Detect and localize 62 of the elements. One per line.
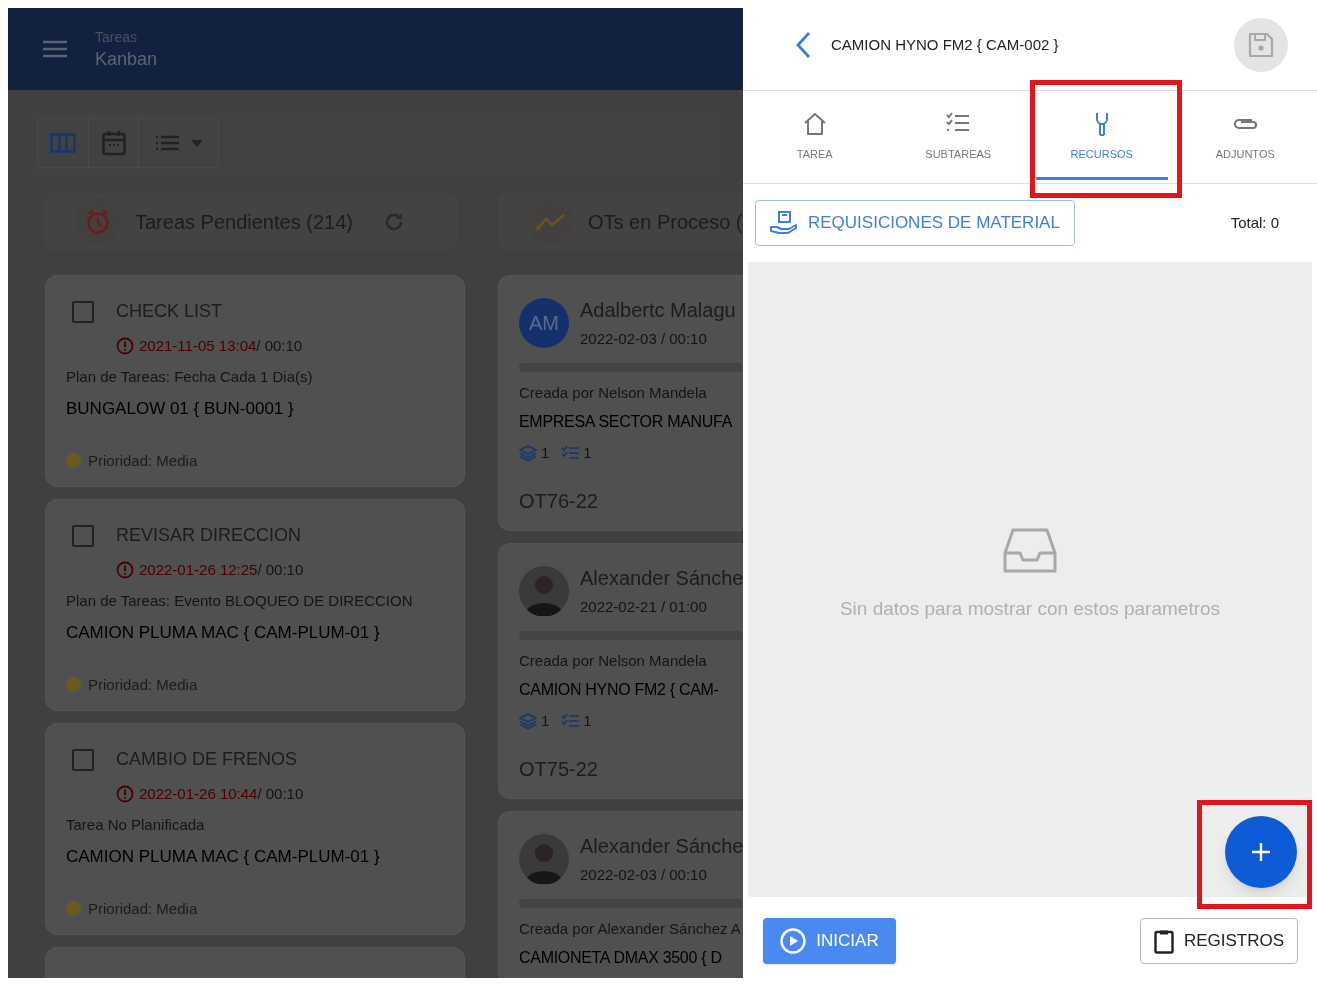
save-button[interactable]: [1234, 18, 1288, 72]
inbox-tray-icon: [1003, 527, 1057, 575]
avatar: [519, 834, 569, 884]
work-order-date: 2022-02-03 / 00:10: [580, 865, 708, 885]
asset-name: CAMION PLUMA MAC { CAM-PLUM-01 }: [66, 622, 381, 644]
asset-name: CAMION HYNO FM2 { CAM-: [519, 680, 720, 700]
alert-icon: [116, 337, 134, 356]
calendar-icon: [101, 130, 126, 156]
checkbox[interactable]: [72, 524, 94, 547]
due-date: 2022-01-26 10:44/ 00:10: [139, 784, 304, 804]
alert-icon: [116, 561, 134, 580]
tab[interactable]: TAREA: [743, 91, 887, 183]
total-count: Total: 0: [1230, 212, 1279, 233]
hand-with-box-icon: [770, 211, 798, 235]
asset-name: BUNGALOW 01 { BUN-0001 }: [66, 398, 295, 420]
clipboard-icon: [1153, 928, 1174, 954]
start-button[interactable]: INICIAR: [763, 918, 896, 964]
layers-icon: [519, 713, 537, 730]
asset-name: CAMION PLUMA MAC { CAM-PLUM-01 }: [66, 846, 381, 868]
checkbox[interactable]: [72, 300, 94, 323]
asset-name: CAMIONETA DMAX 3500 { D: [519, 948, 723, 968]
due-date: 2022-01-26 12:25/ 00:10: [139, 560, 304, 580]
columns-icon: [50, 133, 76, 153]
work-order-date: 2022-02-21 / 01:00: [580, 597, 708, 617]
tab[interactable]: SUBTAREAS: [886, 91, 1030, 183]
asset-name: EMPRESA SECTOR MANUFA: [519, 412, 734, 432]
checkbox[interactable]: [72, 748, 94, 771]
task-plan: Tarea No Planificada: [66, 814, 206, 835]
resource-count: 1: [541, 443, 550, 463]
caret-icon: [190, 139, 203, 147]
task-plan: Plan de Tareas: Evento BLOQUEO DE DIRECCION: [66, 590, 414, 611]
list-icon: [154, 135, 179, 151]
requisitions-button[interactable]: REQUISICIONES DE MATERIAL: [755, 200, 1075, 246]
created-by: Creada por Alexander Sánchez A: [519, 918, 742, 939]
empty-message: Sin datos para mostrar con estos parametros: [839, 597, 1221, 621]
tab[interactable]: ADJUNTOS: [1173, 91, 1317, 183]
panel-title: CAMION HYNO FM2 { CAM-002 }: [831, 34, 1059, 55]
avatar: AM: [519, 298, 569, 348]
checklist-icon: [561, 713, 580, 730]
created-by: Creada por Nelson Mandela: [519, 382, 708, 403]
plus-icon: [1251, 842, 1271, 862]
layers-icon: [519, 445, 537, 462]
tab[interactable]: RECURSOS: [1030, 91, 1174, 183]
app-subtitle: Tareas: [95, 28, 139, 47]
play-circle-icon: [780, 928, 807, 954]
menu-icon[interactable]: [42, 39, 68, 59]
trend-line-icon: [536, 212, 566, 231]
checklist-icon: [561, 445, 580, 462]
app-title: Kanban: [95, 48, 158, 71]
back-chevron-icon[interactable]: [795, 31, 811, 59]
records-button[interactable]: REGISTROS: [1140, 918, 1298, 964]
alarm-clock-icon: [85, 208, 111, 235]
avatar: [519, 566, 569, 616]
alert-icon: [116, 785, 134, 804]
subtask-count: 1: [583, 443, 592, 463]
created-by: Creada por Nelson Mandela: [519, 650, 708, 671]
resource-count: 1: [541, 711, 550, 731]
subtask-count: 1: [583, 711, 592, 731]
task-plan: Plan de Tareas: Fecha Cada 1 Dia(s): [66, 366, 314, 387]
add-button[interactable]: [1225, 816, 1297, 888]
work-order-date: 2022-02-03 / 00:10: [580, 329, 708, 349]
due-date: 2021-11-05 13:04/ 00:10: [139, 336, 303, 356]
